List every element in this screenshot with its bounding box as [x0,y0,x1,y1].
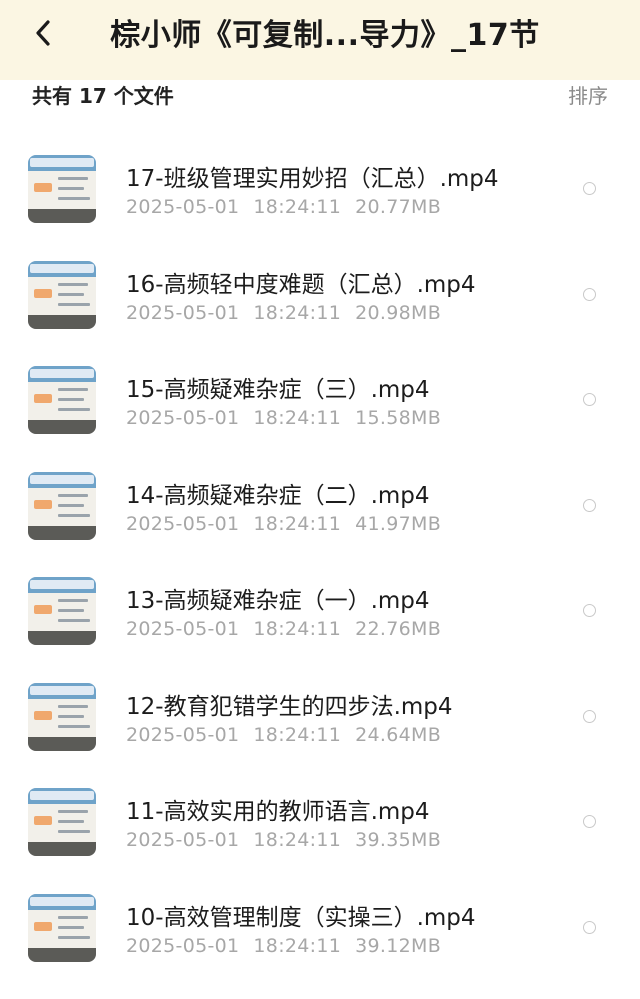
select-radio[interactable] [583,815,596,828]
file-meta: 2025-05-01 18:24:11 20.77MB [126,196,441,218]
video-thumbnail [28,893,96,962]
file-name: 13-高频疑难杂症（一）.mp4 [126,588,430,614]
file-size: 39.35MB [355,829,442,851]
page-title: 棕小师《可复制...导力》_17节 [110,18,540,53]
file-meta: 2025-05-01 18:24:11 39.12MB [126,935,441,957]
file-name: 14-高频疑难杂症（二）.mp4 [126,482,430,509]
select-radio[interactable] [583,287,596,301]
file-date: 2025-05-01 [126,618,240,640]
file-list-item[interactable]: 10-高效管理制度（实操三）.mp4 2025-05-01 18:24:11 39.… [0,860,640,966]
file-time: 18:24:11 [253,301,342,324]
file-date: 2025-05-01 [126,301,240,324]
sort-button[interactable]: 排序 [568,80,608,109]
file-list-item[interactable]: 14-高频疑难杂症（二）.mp4 2025-05-01 18:24:11 41.97… [0,438,640,544]
file-date: 2025-05-01 [126,934,240,957]
video-thumbnail [28,260,96,329]
file-time: 18:24:11 [253,196,342,218]
file-time: 18:24:11 [253,934,342,957]
select-radio[interactable] [583,709,596,723]
file-time: 18:24:11 [253,723,342,746]
file-name: 12-教育犯错学生的四步法.mp4 [126,693,453,720]
video-thumbnail [28,788,96,856]
select-radio[interactable] [583,498,596,512]
select-radio[interactable] [583,604,596,617]
top-bar: 棕小师《可复制...导力》_17节 [0,0,640,80]
file-size: 41.97MB [355,512,442,535]
file-size: 39.12MB [355,934,442,957]
file-size: 15.58MB [355,407,442,429]
file-meta: 2025-05-01 18:24:11 39.35MB [126,829,441,851]
file-date: 2025-05-01 [126,723,240,746]
file-date: 2025-05-01 [126,196,240,218]
file-name: 15-高频疑难杂症（三）.mp4 [126,377,430,403]
file-date: 2025-05-01 [126,829,240,851]
file-name: 10-高效管理制度（实操三）.mp4 [126,904,476,931]
select-radio[interactable] [583,393,596,406]
file-time: 18:24:11 [253,407,342,429]
file-meta: 2025-05-01 18:24:11 22.76MB [126,618,441,640]
file-meta: 2025-05-01 18:24:11 20.98MB [126,302,441,324]
select-radio[interactable] [583,182,596,195]
video-thumbnail [28,366,96,434]
file-count-label: 共有 17 个文件 [32,84,174,108]
file-size: 22.76MB [355,618,442,640]
video-thumbnail [28,577,96,645]
file-size: 20.98MB [355,301,442,324]
file-list-item[interactable]: 11-高效实用的教师语言.mp4 2025-05-01 18:24:11 39.35… [0,754,640,860]
file-name: 11-高效实用的教师语言.mp4 [126,799,430,825]
file-name: 16-高频轻中度难题（汇总）.mp4 [126,271,476,298]
file-list-item[interactable]: 12-教育犯错学生的四步法.mp4 2025-05-01 18:24:11 24.6… [0,649,640,755]
file-size: 20.77MB [355,196,442,218]
file-meta: 2025-05-01 18:24:11 15.58MB [126,407,441,429]
file-list-item[interactable]: 17-班级管理实用妙招（汇总）.mp4 2025-05-01 18:24:11 20… [0,121,640,227]
file-time: 18:24:11 [253,618,342,640]
file-list-item[interactable]: 13-高频疑难杂症（一）.mp4 2025-05-01 18:24:11 22.76… [0,543,640,649]
file-time: 18:24:11 [253,829,342,851]
file-time: 18:24:11 [253,512,342,535]
file-size: 24.64MB [355,723,442,746]
file-date: 2025-05-01 [126,407,240,429]
file-list-item[interactable]: 16-高频轻中度难题（汇总）.mp4 2025-05-01 18:24:11 20.… [0,227,640,333]
file-list: 17-班级管理实用妙招（汇总）.mp4 2025-05-01 18:24:11 20… [0,121,640,965]
file-date: 2025-05-01 [126,512,240,535]
file-meta: 2025-05-01 18:24:11 24.64MB [126,724,441,746]
video-thumbnail [28,682,96,751]
select-radio[interactable] [583,920,596,934]
file-name: 17-班级管理实用妙招（汇总）.mp4 [126,166,499,192]
video-thumbnail [28,471,96,540]
video-thumbnail [28,155,96,223]
file-list-item[interactable]: 15-高频疑难杂症（三）.mp4 2025-05-01 18:24:11 15.58… [0,332,640,438]
file-meta: 2025-05-01 18:24:11 41.97MB [126,513,441,535]
